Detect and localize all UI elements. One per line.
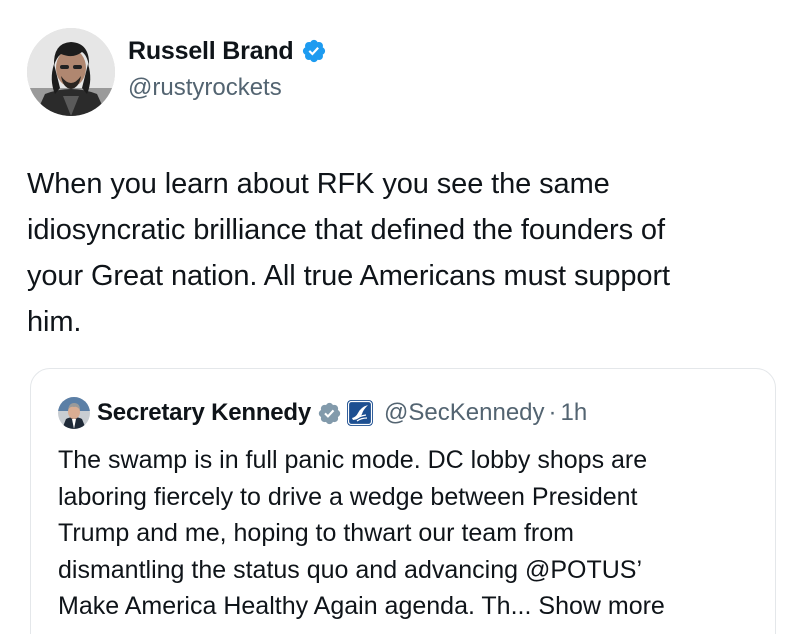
avatar-photo-icon [27, 28, 115, 116]
show-more-link[interactable]: Show more [538, 592, 664, 620]
tweet-text: When you learn about RFK you see the sam… [27, 168, 670, 338]
hhs-seal-icon[interactable] [347, 400, 374, 426]
author-name-row: Russell Brand [128, 36, 327, 66]
quoted-author-handle[interactable]: @SecKennedy [384, 399, 544, 427]
meta-separator: · [548, 399, 557, 426]
quoted-tweet-text: The swamp is in full panic mode. DC lobb… [58, 442, 758, 625]
verified-badge-grey-icon[interactable] [317, 401, 342, 426]
author-avatar[interactable] [27, 28, 115, 116]
quoted-author-display-name[interactable]: Secretary Kennedy [97, 399, 311, 427]
quoted-tweet[interactable]: Secretary Kennedy @SecKennedy · 1h The s… [30, 368, 776, 634]
quoted-tweet-time[interactable]: 1h [561, 399, 588, 427]
tweet[interactable]: Russell Brand @rustyrockets When you lea… [0, 0, 787, 634]
author-display-name[interactable]: Russell Brand [128, 37, 294, 66]
quoted-tweet-header: Secretary Kennedy @SecKennedy · 1h [58, 396, 587, 430]
verified-badge-icon[interactable] [301, 38, 327, 64]
quoted-author-avatar[interactable] [58, 397, 90, 429]
author-handle[interactable]: @rustyrockets [128, 74, 327, 102]
author-info: Russell Brand @rustyrockets [128, 36, 327, 102]
